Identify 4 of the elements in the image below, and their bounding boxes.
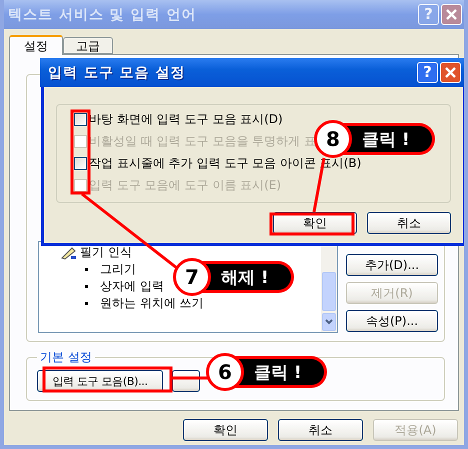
option-label: 입력 도구 모음에 도구 이름 표시(E) — [89, 176, 282, 194]
group-title: 기본 설정 — [39, 349, 93, 366]
window-title: 입력 도구 모음 설정 — [48, 64, 186, 82]
window-title: 텍스트 서비스 및 입력 언어 — [8, 6, 196, 24]
